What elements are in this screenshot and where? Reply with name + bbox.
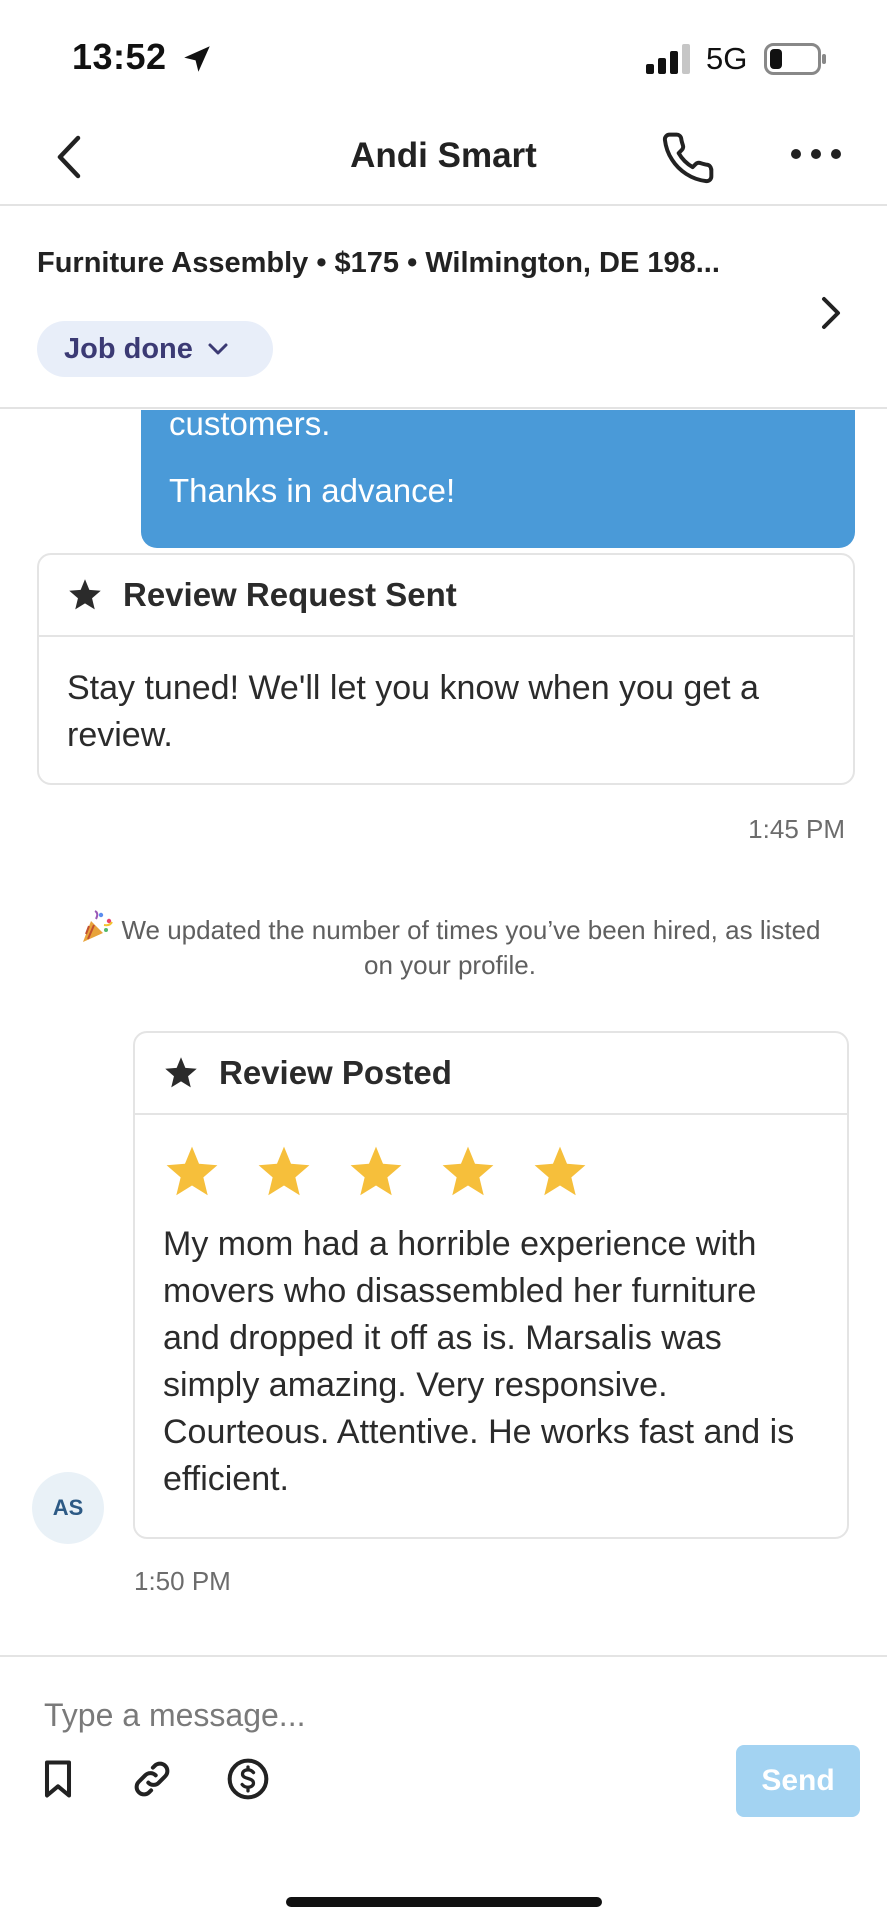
battery-icon [764,43,826,75]
more-horizontal-icon[interactable] [790,144,842,164]
chevron-right-icon[interactable] [816,293,846,333]
star-icon [165,1057,197,1088]
card-title: Review Posted [219,1054,452,1091]
link-icon[interactable] [130,1757,174,1801]
cellular-signal-icon [646,44,690,74]
message-timestamp: 1:50 PM [134,1566,231,1596]
status-bar: 13:52 5G [0,0,887,110]
system-notice-text: We updated the number of times you’ve be… [121,915,821,980]
party-popper-icon [83,910,114,942]
avatar[interactable]: AS [32,1472,104,1544]
message-thread[interactable]: customers. Thanks in advance! Review Req… [0,410,887,1655]
rating-star-icon [350,1146,402,1196]
rating-star-icon [442,1146,494,1196]
message-timestamp: 1:45 PM [748,814,845,844]
rating-star-icon [166,1146,218,1196]
job-header[interactable]: Furniture Assembly • $175 • Wilmington, … [0,207,887,409]
star-icon [69,579,101,610]
send-button[interactable]: Send [736,1745,860,1817]
review-request-card: Review Request Sent Stay tuned! We'll le… [37,553,855,785]
page-title: Andi Smart [350,136,537,175]
card-title: Review Request Sent [123,576,457,613]
location-arrow-icon [184,46,210,72]
phone-icon[interactable] [660,130,716,186]
outgoing-message-line: customers. [169,410,331,442]
rating-star-icon [534,1146,586,1196]
review-text: My mom had a horrible experience with mo… [163,1225,795,1498]
card-header: Review Request Sent [39,555,853,637]
card-body: Stay tuned! We'll let you know when you … [67,669,759,754]
star-rating [135,1115,847,1201]
job-status-label: Job done [64,332,193,365]
home-indicator [286,1897,602,1907]
rating-star-icon [258,1146,310,1196]
review-posted-card: Review Posted My mom had a horrible expe… [133,1031,849,1539]
outgoing-message-bubble: customers. Thanks in advance! [141,410,855,548]
job-summary: Furniture Assembly • $175 • Wilmington, … [37,247,720,279]
bookmark-icon[interactable] [36,1757,80,1801]
outgoing-message-line: Thanks in advance! [169,472,456,509]
network-label: 5G [706,41,748,76]
message-composer: Send [0,1655,887,1920]
dollar-circle-icon[interactable] [226,1757,270,1801]
card-header: Review Posted [135,1033,847,1115]
status-time: 13:52 [72,36,167,77]
message-input[interactable] [44,1685,824,1745]
nav-bar: Andi Smart [0,110,887,206]
chevron-down-icon [208,343,228,355]
job-status-dropdown[interactable]: Job done [37,321,273,377]
system-notice: We updated the number of times you’ve be… [70,909,830,983]
